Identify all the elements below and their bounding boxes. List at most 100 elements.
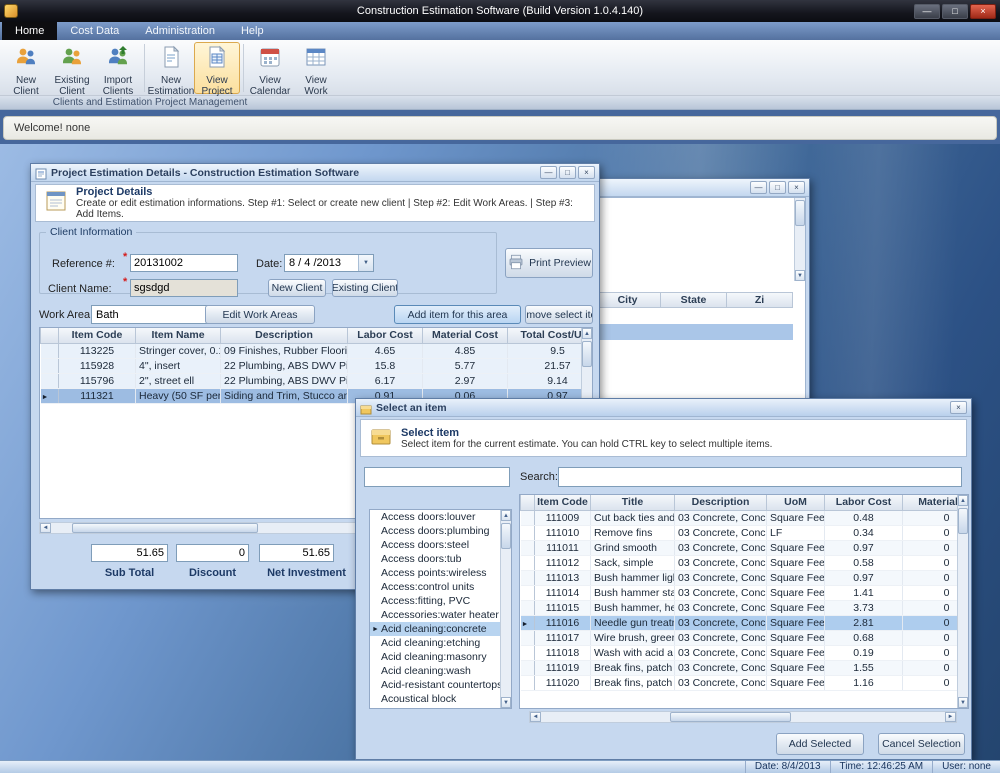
- scrollbar-track[interactable]: [541, 712, 945, 722]
- category-list-item[interactable]: ► Access doors:tub: [370, 552, 500, 566]
- column-header[interactable]: Labor Cost: [825, 495, 903, 510]
- category-list-item[interactable]: ► Access doors:louver: [370, 510, 500, 524]
- category-list-item[interactable]: ► Accessories:water heater: [370, 608, 500, 622]
- view-work-areas-button[interactable]: View Work Areas: [293, 42, 339, 94]
- scrollbar-thumb[interactable]: [795, 200, 805, 226]
- import-clients-button[interactable]: Import Clients: [95, 42, 141, 94]
- vertical-scrollbar[interactable]: ▼: [794, 198, 805, 281]
- row-selector-cell[interactable]: ►: [521, 630, 535, 645]
- category-list-item[interactable]: ► Acid cleaning:concrete: [370, 622, 500, 636]
- horizontal-scrollbar[interactable]: ◄ ►: [529, 711, 957, 723]
- view-calendar-button[interactable]: View Calendar: [247, 42, 293, 94]
- column-header[interactable]: Total Cost/Unit: [508, 328, 582, 343]
- category-list-item[interactable]: ► Acid cleaning:etching: [370, 636, 500, 650]
- scroll-right-button[interactable]: ►: [945, 712, 956, 722]
- category-filter-input[interactable]: [364, 467, 510, 487]
- print-preview-button[interactable]: Print Preview: [505, 248, 593, 278]
- estimate-item-row[interactable]: ► 113225 Stringer cover, 0.100", 09 Fini…: [41, 343, 582, 358]
- row-selector-cell[interactable]: ►: [41, 358, 59, 373]
- scroll-up-button[interactable]: ▲: [582, 328, 592, 339]
- scrollbar-thumb[interactable]: [670, 712, 791, 722]
- reference-input[interactable]: [130, 254, 238, 272]
- row-selector-cell[interactable]: ►: [521, 600, 535, 615]
- project-window-title-bar[interactable]: Project Estimation Details - Constructio…: [31, 164, 599, 182]
- scroll-down-button[interactable]: ▼: [958, 697, 968, 708]
- row-selector-cell[interactable]: ►: [521, 540, 535, 555]
- catalog-item-row[interactable]: ► 111011 Grind smooth 03 Concrete, Concr…: [521, 540, 958, 555]
- column-header[interactable]: Item Code: [59, 328, 136, 343]
- maximize-button[interactable]: □: [559, 166, 576, 179]
- client-window-title-bar[interactable]: — □ ×: [591, 179, 809, 197]
- scrollbar-track[interactable]: [795, 198, 805, 270]
- sub-total-input[interactable]: [91, 544, 168, 562]
- row-selector-cell[interactable]: ►: [41, 343, 59, 358]
- scrollbar-thumb[interactable]: [958, 508, 968, 534]
- row-selector-cell[interactable]: ►: [41, 373, 59, 388]
- catalog-item-row[interactable]: ► 111019 Break fins, patch 03 Concrete, …: [521, 660, 958, 675]
- new-client-button[interactable]: New Client: [3, 42, 49, 94]
- row-selector-cell[interactable]: ►: [41, 388, 59, 403]
- scrollbar-thumb[interactable]: [501, 523, 511, 549]
- row-selector-cell[interactable]: ►: [521, 525, 535, 540]
- category-list-item[interactable]: ► Acid cleaning:wash: [370, 664, 500, 678]
- category-list-item[interactable]: ► Access doors:steel: [370, 538, 500, 552]
- cancel-selection-button[interactable]: Cancel Selection: [878, 733, 965, 755]
- column-header[interactable]: Material Co: [903, 495, 958, 510]
- estimate-item-row[interactable]: ► 115796 2", street ell 22 Plumbing, ABS…: [41, 373, 582, 388]
- remove-selected-item-button[interactable]: Remove select item: [525, 305, 593, 324]
- dialog-title-bar[interactable]: Select an item ×: [356, 399, 971, 417]
- menu-tab[interactable]: Help: [228, 22, 277, 40]
- row-selector-cell[interactable]: ►: [521, 555, 535, 570]
- view-project-estimates-button[interactable]: View Project Estimates: [194, 42, 240, 94]
- catalog-item-row[interactable]: ► 111015 Bush hammer, he 03 Concrete, Co…: [521, 600, 958, 615]
- scroll-left-button[interactable]: ◄: [40, 523, 51, 533]
- category-list-item[interactable]: ► Access:control units: [370, 580, 500, 594]
- vertical-scrollbar[interactable]: ▲ ▼: [500, 510, 511, 708]
- date-combobox[interactable]: 8 / 4 /2013 ▼: [284, 254, 374, 272]
- column-header[interactable]: Item Code: [535, 495, 591, 510]
- column-header[interactable]: Title: [591, 495, 675, 510]
- column-header-zip[interactable]: Zi: [727, 292, 793, 308]
- minimize-button[interactable]: —: [540, 166, 557, 179]
- scroll-left-button[interactable]: ◄: [530, 712, 541, 722]
- catalog-item-row[interactable]: ► 111016 Needle gun treatr 03 Concrete, …: [521, 615, 958, 630]
- scrollbar-track[interactable]: [501, 521, 511, 697]
- scrollbar-thumb[interactable]: [582, 341, 592, 367]
- scroll-down-button[interactable]: ▼: [795, 270, 805, 281]
- close-button[interactable]: ×: [578, 166, 595, 179]
- category-list-item[interactable]: ► Access doors:plumbing: [370, 524, 500, 538]
- column-header[interactable]: Labor Cost: [348, 328, 423, 343]
- menu-tab[interactable]: Administration: [132, 22, 228, 40]
- net-investment-input[interactable]: [259, 544, 334, 562]
- vertical-scrollbar[interactable]: ▲ ▼: [957, 495, 968, 708]
- scroll-down-button[interactable]: ▼: [501, 697, 511, 708]
- row-selector-cell[interactable]: ►: [521, 570, 535, 585]
- client-name-input[interactable]: [130, 279, 238, 297]
- column-header[interactable]: Material Cost: [423, 328, 508, 343]
- scroll-up-button[interactable]: ▲: [958, 495, 968, 506]
- edit-work-areas-button[interactable]: Edit Work Areas: [205, 305, 315, 324]
- column-header[interactable]: Description: [221, 328, 348, 343]
- column-header[interactable]: Item Name: [136, 328, 221, 343]
- menu-tab[interactable]: Cost Data: [57, 22, 132, 40]
- existing-client-small-button[interactable]: Existing Client: [332, 279, 398, 297]
- column-header[interactable]: Description: [675, 495, 767, 510]
- catalog-item-row[interactable]: ► 111020 Break fins, patch 03 Concrete, …: [521, 675, 958, 690]
- catalog-item-row[interactable]: ► 111018 Wash with acid a 03 Concrete, C…: [521, 645, 958, 660]
- scrollbar-thumb[interactable]: [72, 523, 258, 533]
- close-button[interactable]: ×: [970, 4, 996, 19]
- category-list-item[interactable]: ► Acid-resistant countertops: [370, 678, 500, 692]
- minimize-button[interactable]: —: [914, 4, 940, 19]
- new-estimation-button[interactable]: New Estimation: [148, 42, 194, 94]
- new-client-small-button[interactable]: New Client: [268, 279, 326, 297]
- column-header-state[interactable]: State: [661, 292, 727, 308]
- row-selector-cell[interactable]: ►: [521, 660, 535, 675]
- search-input[interactable]: [558, 467, 962, 487]
- category-list-item[interactable]: ► Acid cleaning:masonry: [370, 650, 500, 664]
- row-selector-cell[interactable]: ►: [521, 645, 535, 660]
- discount-input[interactable]: [176, 544, 249, 562]
- column-header-city[interactable]: City: [595, 292, 661, 308]
- minimize-button[interactable]: —: [750, 181, 767, 194]
- menu-tab[interactable]: Home: [2, 22, 57, 40]
- maximize-button[interactable]: □: [942, 4, 968, 19]
